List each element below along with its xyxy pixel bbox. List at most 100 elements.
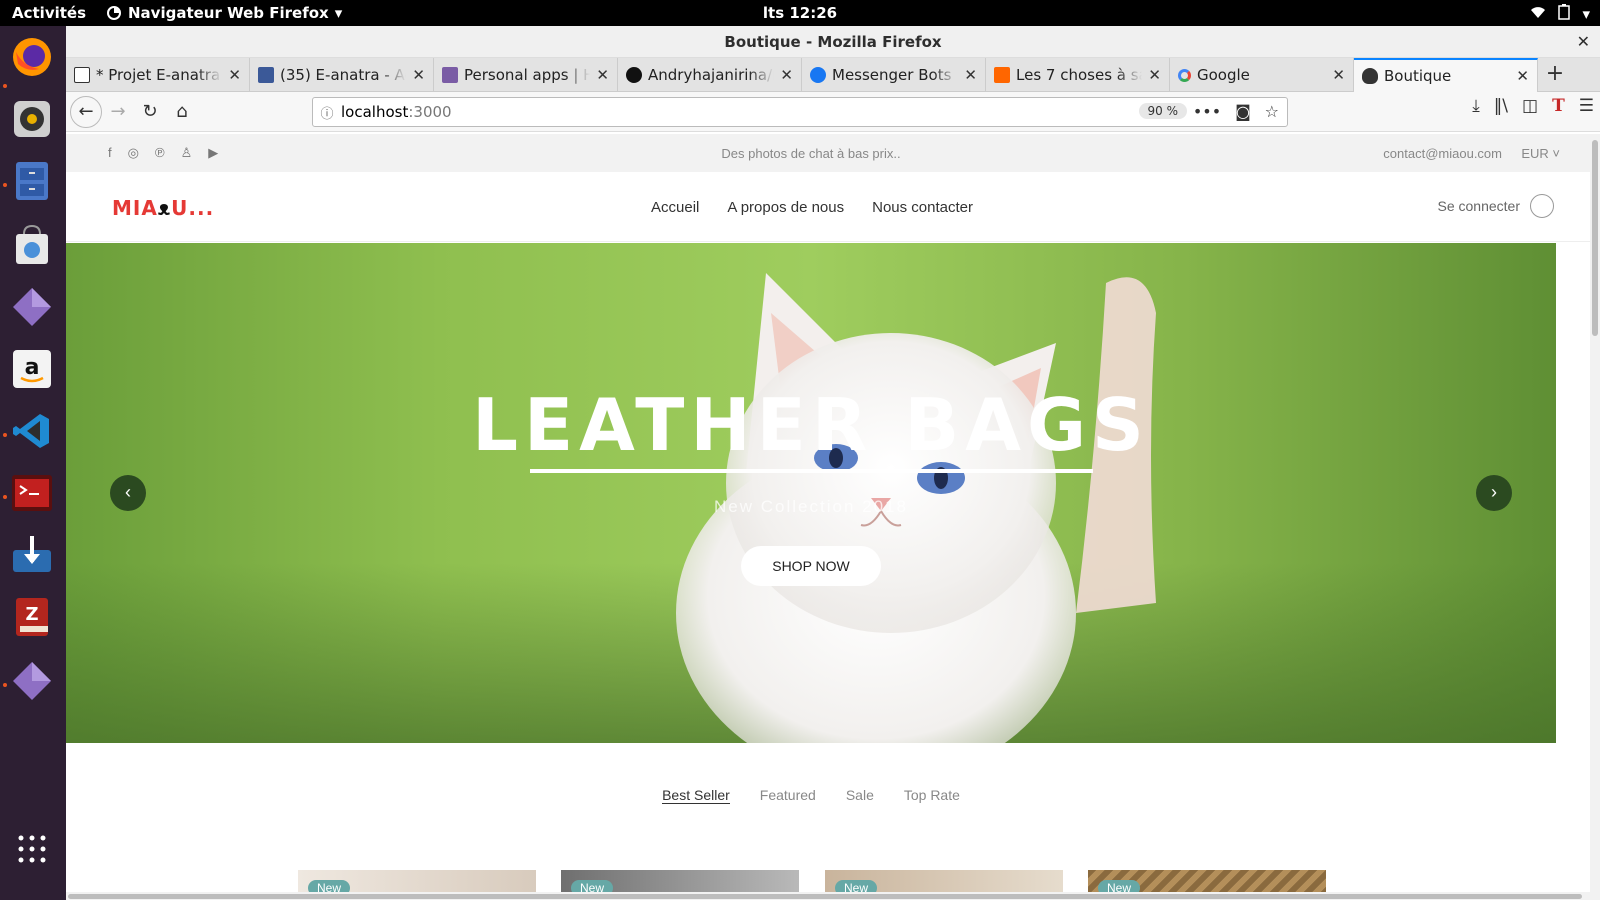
downloads-icon[interactable]: ⤓ xyxy=(1472,96,1480,116)
running-indicator xyxy=(3,84,7,88)
chevron-down-icon: ▾ xyxy=(334,4,343,22)
menu-a-propos[interactable]: A propos de nous xyxy=(727,199,844,216)
home-button[interactable]: ⌂ xyxy=(166,96,198,128)
back-arrow-icon: ← xyxy=(78,101,94,122)
tab-boutique[interactable]: Boutique ✕ xyxy=(1354,58,1538,92)
facebook-icon xyxy=(258,67,274,83)
product-filter-tabs: Best Seller Featured Sale Top Rate xyxy=(66,787,1556,804)
forward-button[interactable]: → xyxy=(102,96,134,128)
diamond-app-icon[interactable] xyxy=(9,658,55,704)
hamburger-menu-icon[interactable]: ☰ xyxy=(1579,96,1594,116)
tab-label: Messenger Bots | xyxy=(832,66,959,84)
next-slide-button[interactable]: › xyxy=(1476,475,1512,511)
show-apps-icon[interactable] xyxy=(9,826,55,872)
window-titlebar[interactable]: Boutique - Mozilla Firefox ✕ xyxy=(66,26,1600,58)
library-icon[interactable]: ‖\ xyxy=(1494,96,1508,116)
currency-selector[interactable]: EUR ˅ xyxy=(1521,146,1560,161)
tab-top-rate[interactable]: Top Rate xyxy=(904,787,960,804)
prev-slide-button[interactable]: ‹ xyxy=(110,475,146,511)
wifi-icon xyxy=(1530,5,1546,23)
firefox-small-icon xyxy=(107,6,121,20)
close-tab-icon[interactable]: ✕ xyxy=(412,66,425,84)
back-button[interactable]: ← xyxy=(70,95,102,128)
pocket-icon[interactable]: ◙ xyxy=(1235,102,1251,121)
web-page: f ◎ ℗ ♙ ▶ Des photos de chat à bas prix.… xyxy=(66,134,1600,900)
close-tab-icon[interactable]: ✕ xyxy=(964,66,977,84)
svg-text:a: a xyxy=(25,355,40,380)
new-tab-button[interactable]: + xyxy=(1538,58,1572,91)
tab-label: Boutique xyxy=(1384,67,1452,85)
close-tab-icon[interactable]: ✕ xyxy=(228,66,241,84)
tab-github[interactable]: Andryhajanirina/m ✕ xyxy=(618,58,802,92)
hero-title: LEATHER BAGS xyxy=(472,383,1150,467)
amazon-icon[interactable]: a xyxy=(9,346,55,392)
url-bar[interactable]: ⓘ localhost:3000 90 % ••• ◙ ☆ xyxy=(312,97,1288,127)
home-icon: ⌂ xyxy=(176,101,188,122)
system-top-bar: Activités Navigateur Web Firefox ▾ lts 1… xyxy=(0,0,1600,26)
chevron-down-icon: ▾ xyxy=(1582,5,1590,23)
download-manager-icon[interactable] xyxy=(9,532,55,578)
firefox-window: Boutique - Mozilla Firefox ✕ * Projet E-… xyxy=(66,26,1600,900)
close-tab-icon[interactable]: ✕ xyxy=(1516,67,1529,85)
diamond-app-icon[interactable] xyxy=(9,284,55,330)
close-window-icon[interactable]: ✕ xyxy=(1577,26,1590,58)
tab-featured[interactable]: Featured xyxy=(760,787,816,804)
bookmark-star-icon[interactable]: ☆ xyxy=(1265,102,1279,121)
tab-label: Personal apps | H xyxy=(464,66,591,84)
login-label: Se connecter xyxy=(1437,198,1521,214)
file-cabinet-icon[interactable] xyxy=(9,158,55,204)
tab-facebook[interactable]: (35) E-anatra - Ac ✕ xyxy=(250,58,434,92)
activities-button[interactable]: Activités xyxy=(12,4,86,22)
close-tab-icon[interactable]: ✕ xyxy=(596,66,609,84)
cat-head-icon: ᴥ xyxy=(157,196,172,220)
tab-sale[interactable]: Sale xyxy=(846,787,874,804)
info-icon[interactable]: ⓘ xyxy=(313,103,341,122)
main-menu: Accueil A propos de nous Nous contacter xyxy=(651,199,973,216)
horizontal-scrollbar[interactable] xyxy=(66,892,1600,900)
tab-best-seller[interactable]: Best Seller xyxy=(662,787,730,804)
tab-messenger-bots[interactable]: Messenger Bots | ✕ xyxy=(802,58,986,92)
login-link[interactable]: Se connecter xyxy=(1437,194,1554,218)
zoom-level-badge[interactable]: 90 % xyxy=(1138,103,1187,119)
tab-projet-e-anatra[interactable]: * Projet E-anatra ✕ xyxy=(66,58,250,92)
close-tab-icon[interactable]: ✕ xyxy=(780,66,793,84)
contact-email-link[interactable]: contact@miaou.com xyxy=(1383,146,1502,161)
window-title: Boutique - Mozilla Firefox xyxy=(724,33,942,51)
close-tab-icon[interactable]: ✕ xyxy=(1148,66,1161,84)
chevron-left-icon: ‹ xyxy=(125,482,131,502)
url-host: localhost xyxy=(341,103,409,121)
tab-google[interactable]: Google ✕ xyxy=(1170,58,1354,92)
book-app-icon[interactable]: Z xyxy=(9,594,55,640)
tab-personal-apps[interactable]: Personal apps | H ✕ xyxy=(434,58,618,92)
speaker-app-icon[interactable] xyxy=(9,96,55,142)
sidebar-icon[interactable]: ◫ xyxy=(1522,96,1538,116)
hero-subtitle: New Collection 2018 xyxy=(714,497,908,516)
extension-t-icon[interactable]: T xyxy=(1552,96,1565,116)
tab-les-7-choses[interactable]: Les 7 choses à sa ✕ xyxy=(986,58,1170,92)
app-menu[interactable]: Navigateur Web Firefox ▾ xyxy=(106,4,342,22)
running-indicator xyxy=(3,183,7,187)
firefox-icon[interactable] xyxy=(9,34,55,80)
tab-label: (35) E-anatra - Ac xyxy=(280,66,407,84)
menu-nous-contacter[interactable]: Nous contacter xyxy=(872,199,973,216)
dock: a Z xyxy=(0,26,66,900)
close-tab-icon[interactable]: ✕ xyxy=(1332,66,1345,84)
software-center-icon[interactable] xyxy=(9,222,55,268)
navigation-toolbar: ← → ↻ ⌂ ⓘ localhost:3000 90 % ••• ◙ ☆ ⤓ … xyxy=(66,92,1600,132)
reload-button[interactable]: ↻ xyxy=(134,96,166,128)
scrollbar-thumb[interactable] xyxy=(1592,140,1598,336)
shop-now-button[interactable]: SHOP NOW xyxy=(741,546,881,586)
site-top-strip: f ◎ ℗ ♙ ▶ Des photos de chat à bas prix.… xyxy=(66,134,1600,172)
vscode-icon[interactable] xyxy=(9,408,55,454)
messenger-icon xyxy=(810,67,826,83)
terminal-icon[interactable] xyxy=(9,470,55,516)
page-actions-menu-icon[interactable]: ••• xyxy=(1193,102,1221,121)
menu-accueil[interactable]: Accueil xyxy=(651,199,699,216)
vertical-scrollbar[interactable] xyxy=(1590,134,1600,900)
notion-icon xyxy=(74,67,90,83)
site-logo[interactable]: MIAᴥU... xyxy=(112,196,214,221)
site-tagline: Des photos de chat à bas prix.. xyxy=(721,146,901,161)
chevron-right-icon: › xyxy=(1491,482,1497,502)
system-tray[interactable]: ▾ xyxy=(1530,4,1590,24)
scrollbar-thumb[interactable] xyxy=(68,894,1582,899)
